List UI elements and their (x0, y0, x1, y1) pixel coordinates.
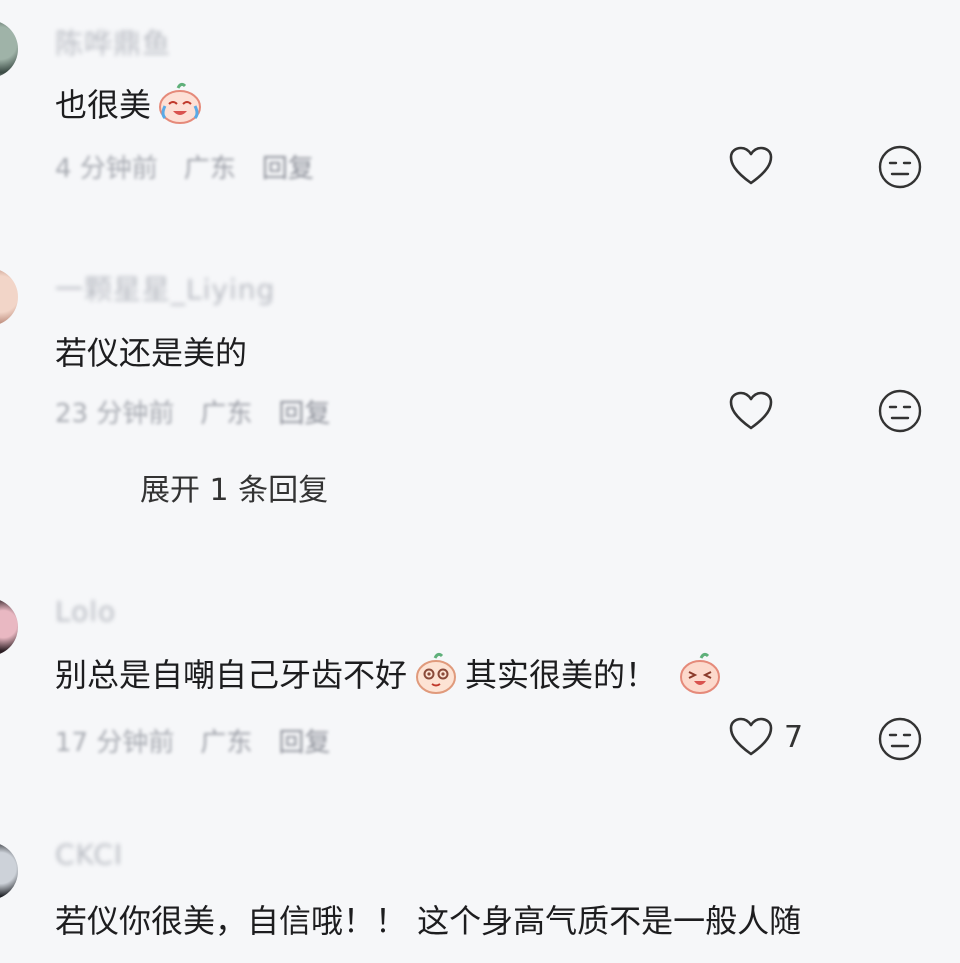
meh-face-icon[interactable] (877, 388, 923, 434)
location: 广东 (183, 154, 236, 184)
timestamp: 23 分钟前 (55, 399, 175, 429)
location: 广东 (200, 399, 253, 429)
heart-outline-icon (729, 391, 773, 430)
avatar[interactable] (0, 268, 18, 326)
like-button[interactable] (728, 145, 784, 187)
comment-meta: 23 分钟前 广东 回复 (55, 393, 330, 430)
reply-button[interactable]: 回复 (262, 148, 314, 185)
heart-outline-icon (729, 717, 773, 756)
wink-emoji (680, 652, 721, 694)
like-button[interactable]: 7 (728, 716, 803, 758)
expand-replies-button[interactable]: 展开 1 条回复 (140, 465, 328, 509)
comment-meta: 4 分钟前 广东 回复 (55, 148, 314, 185)
comment-text: 若仪你很美，自信哦！！ 这个身高气质不是一般人随 (55, 902, 802, 940)
username[interactable]: Lolo (55, 595, 116, 628)
comment-meta: 17 分钟前 广东 回复 (55, 722, 330, 759)
meh-face-icon[interactable] (877, 144, 923, 190)
username[interactable]: 陈哗鼎鱼 (55, 22, 171, 62)
location: 广东 (200, 728, 253, 758)
timestamp: 17 分钟前 (55, 728, 175, 758)
shy-emoji (416, 652, 457, 694)
username[interactable]: CKCI (55, 838, 123, 871)
heart-outline-icon (729, 146, 773, 185)
like-button[interactable] (728, 390, 784, 432)
avatar[interactable] (0, 20, 18, 78)
reply-button[interactable]: 回复 (278, 722, 330, 759)
like-count: 7 (784, 719, 804, 755)
reply-button[interactable]: 回复 (278, 393, 330, 430)
avatar[interactable] (0, 598, 18, 656)
crying-laughing-emoji (159, 82, 202, 124)
comment-text: 若仪还是美的 (55, 334, 248, 372)
avatar[interactable] (0, 842, 18, 900)
meh-face-icon[interactable] (877, 716, 923, 762)
comment-text: 别总是自嘲自己牙齿不好 其实很美的！ (55, 650, 729, 696)
username[interactable]: 一颗星星_Liying (55, 268, 275, 308)
timestamp: 4 分钟前 (55, 154, 158, 184)
comment-text: 也很美 (55, 80, 209, 126)
